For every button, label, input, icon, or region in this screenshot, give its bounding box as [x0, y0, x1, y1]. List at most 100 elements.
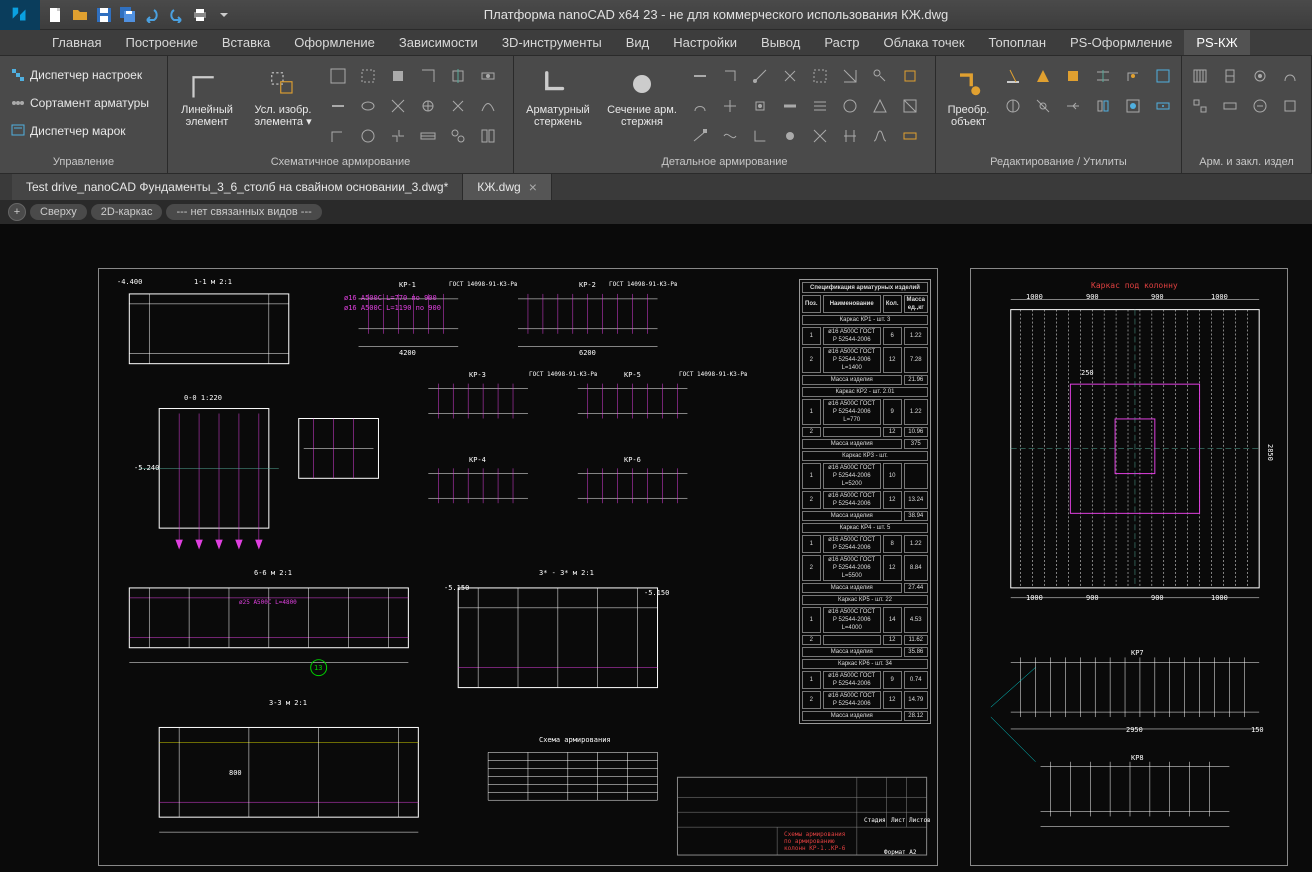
- app-logo[interactable]: [0, 0, 40, 30]
- rebar-bar-button[interactable]: Арматурный стержень: [518, 62, 598, 132]
- tool-icon[interactable]: [686, 62, 714, 90]
- tool-icon[interactable]: [474, 122, 502, 150]
- tool-icon[interactable]: [1276, 92, 1304, 120]
- tool-icon[interactable]: [1059, 62, 1087, 90]
- tool-icon[interactable]: [806, 92, 834, 120]
- tab-topoplan[interactable]: Топоплан: [977, 30, 1058, 55]
- tool-icon[interactable]: [836, 92, 864, 120]
- tool-icon[interactable]: [746, 92, 774, 120]
- tool-icon[interactable]: [866, 62, 894, 90]
- tool-icon[interactable]: [1186, 62, 1214, 90]
- tool-icon[interactable]: [384, 92, 412, 120]
- save-icon[interactable]: [94, 5, 114, 25]
- tool-icon[interactable]: [896, 122, 924, 150]
- tool-icon[interactable]: [686, 92, 714, 120]
- tool-icon[interactable]: [999, 92, 1027, 120]
- tab-pointclouds[interactable]: Облака точек: [872, 30, 977, 55]
- tool-icon[interactable]: [1246, 62, 1274, 90]
- tool-icon[interactable]: [1089, 62, 1117, 90]
- tool-icon[interactable]: [324, 62, 352, 90]
- tab-output[interactable]: Вывод: [749, 30, 812, 55]
- mark-manager-button[interactable]: Диспетчер марок: [4, 118, 163, 144]
- tool-icon[interactable]: [354, 62, 382, 90]
- tool-icon[interactable]: [716, 62, 744, 90]
- tool-icon[interactable]: [686, 122, 714, 150]
- tool-icon[interactable]: [384, 62, 412, 90]
- tool-icon[interactable]: [384, 122, 412, 150]
- tool-icon[interactable]: [414, 92, 442, 120]
- tool-icon[interactable]: [1216, 92, 1244, 120]
- tool-icon[interactable]: [414, 62, 442, 90]
- tool-icon[interactable]: [324, 92, 352, 120]
- rebar-section-button[interactable]: Сечение арм. стержня: [600, 62, 684, 132]
- tool-icon[interactable]: [1119, 92, 1147, 120]
- tab-settings[interactable]: Настройки: [661, 30, 749, 55]
- view-top-pill[interactable]: Сверху: [30, 204, 87, 220]
- tool-icon[interactable]: [746, 122, 774, 150]
- print-icon[interactable]: [190, 5, 210, 25]
- tool-icon[interactable]: [999, 62, 1027, 90]
- tool-icon[interactable]: [836, 122, 864, 150]
- tab-view[interactable]: Вид: [614, 30, 662, 55]
- tool-icon[interactable]: [324, 122, 352, 150]
- linear-element-button[interactable]: Линейный элемент: [172, 62, 242, 132]
- close-icon[interactable]: ×: [529, 179, 537, 195]
- tool-icon[interactable]: [1119, 62, 1147, 90]
- view-2d-pill[interactable]: 2D-каркас: [91, 204, 163, 220]
- tool-icon[interactable]: [1149, 62, 1177, 90]
- tool-icon[interactable]: [474, 62, 502, 90]
- tool-icon[interactable]: [776, 62, 804, 90]
- tab-ps-kzh[interactable]: PS-КЖ: [1184, 30, 1249, 55]
- tool-icon[interactable]: [474, 92, 502, 120]
- drawing-canvas[interactable]: 1-1 м 2:1 0-0 1:220 6-6 м 2:1 3-3 м 2:1 …: [0, 224, 1312, 872]
- tab-ps-layout[interactable]: PS-Оформление: [1058, 30, 1184, 55]
- tool-icon[interactable]: [444, 92, 472, 120]
- view-linked-pill[interactable]: --- нет связанных видов ---: [166, 204, 321, 220]
- tab-home[interactable]: Главная: [40, 30, 113, 55]
- document-tab[interactable]: Test drive_nanoCAD Фундаменты_3_6_столб …: [12, 174, 463, 200]
- conv-element-button[interactable]: Усл. изобр. элемента ▾: [244, 62, 322, 132]
- tool-icon[interactable]: [414, 122, 442, 150]
- tool-icon[interactable]: [866, 92, 894, 120]
- tool-icon[interactable]: [1029, 62, 1057, 90]
- tab-3d[interactable]: 3D-инструменты: [490, 30, 614, 55]
- tool-icon[interactable]: [776, 92, 804, 120]
- rebar-sortament-button[interactable]: Сортамент арматуры: [4, 90, 163, 116]
- convert-object-button[interactable]: Преобр. объект: [940, 62, 997, 132]
- tool-icon[interactable]: [1029, 92, 1057, 120]
- add-view-button[interactable]: +: [8, 203, 26, 221]
- tab-raster[interactable]: Растр: [812, 30, 871, 55]
- tool-icon[interactable]: [896, 62, 924, 90]
- tool-icon[interactable]: [354, 122, 382, 150]
- tool-icon[interactable]: [806, 62, 834, 90]
- tool-icon[interactable]: [1216, 62, 1244, 90]
- save-all-icon[interactable]: [118, 5, 138, 25]
- tool-icon[interactable]: [354, 92, 382, 120]
- tool-icon[interactable]: [444, 122, 472, 150]
- tool-icon[interactable]: [1186, 92, 1214, 120]
- tool-icon[interactable]: [776, 122, 804, 150]
- new-doc-icon[interactable]: [46, 5, 66, 25]
- tool-icon[interactable]: [1276, 62, 1304, 90]
- tab-insert[interactable]: Вставка: [210, 30, 282, 55]
- tool-icon[interactable]: [896, 92, 924, 120]
- tool-icon[interactable]: [806, 122, 834, 150]
- dropdown-icon[interactable]: [214, 5, 234, 25]
- document-tab[interactable]: КЖ.dwg ×: [463, 174, 552, 200]
- settings-manager-button[interactable]: Диспетчер настроек: [4, 62, 163, 88]
- tool-icon[interactable]: [836, 62, 864, 90]
- tool-icon[interactable]: [1246, 92, 1274, 120]
- tool-icon[interactable]: [1089, 92, 1117, 120]
- tool-icon[interactable]: [716, 122, 744, 150]
- tool-icon[interactable]: [716, 92, 744, 120]
- tab-constraints[interactable]: Зависимости: [387, 30, 490, 55]
- tab-build[interactable]: Построение: [113, 30, 209, 55]
- tool-icon[interactable]: [866, 122, 894, 150]
- undo-icon[interactable]: [142, 5, 162, 25]
- tool-icon[interactable]: [444, 62, 472, 90]
- tool-icon[interactable]: [1149, 92, 1177, 120]
- redo-icon[interactable]: [166, 5, 186, 25]
- tool-icon[interactable]: [1059, 92, 1087, 120]
- open-folder-icon[interactable]: [70, 5, 90, 25]
- tool-icon[interactable]: [746, 62, 774, 90]
